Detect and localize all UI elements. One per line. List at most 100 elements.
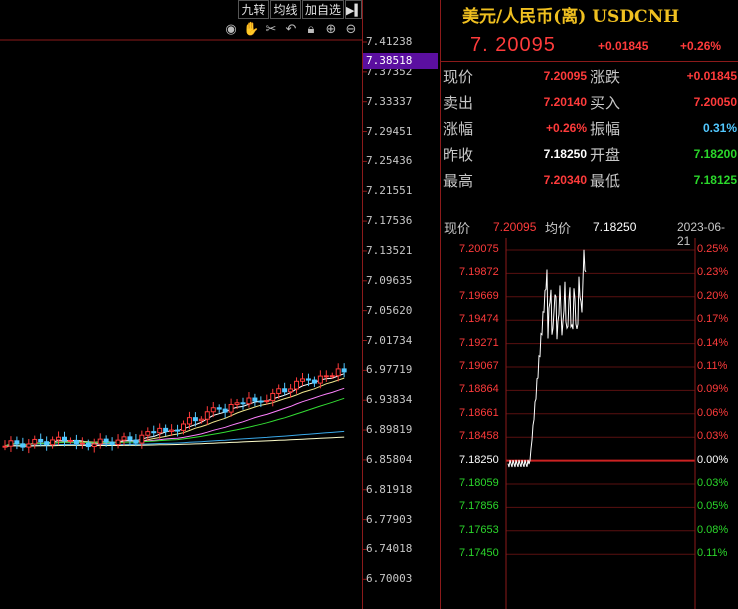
quote-value: 7.20095	[543, 69, 587, 83]
candlestick	[288, 384, 294, 398]
intraday-pct-label: 0.05%	[697, 500, 729, 513]
price-axis-label: 7.25436	[366, 154, 413, 168]
instrument-title: 美元/人民币(离) USDCNH	[462, 7, 680, 27]
candlestick	[246, 392, 252, 408]
price-axis-label: 6.89819	[366, 423, 413, 437]
quote-label: 涨跌	[590, 68, 621, 86]
candlestick	[20, 437, 26, 451]
candlestick	[169, 424, 175, 436]
quote-value: 0.31%	[702, 121, 737, 135]
candlestick	[14, 436, 20, 450]
candlestick	[67, 437, 73, 444]
price-axis-label: 7.29451	[366, 124, 413, 138]
candlestick	[91, 438, 97, 453]
intraday-price-label: 7.20075	[459, 243, 499, 255]
intraday-pct-label: 0.25%	[697, 243, 729, 255]
candlestick	[73, 434, 79, 450]
intraday-pct-label: 0.00%	[697, 453, 729, 466]
intraday-price-label: 7.18458	[459, 430, 499, 443]
candlestick	[294, 377, 300, 394]
candlestick	[300, 373, 305, 386]
candlestick	[163, 424, 169, 437]
candlestick	[228, 398, 234, 417]
candlestick	[50, 436, 56, 449]
quote-value: 7.18250	[543, 147, 587, 161]
price-axis-label: 6.93834	[366, 393, 413, 407]
intraday-price-line	[507, 249, 587, 468]
kline-panel[interactable]: 九转 均线 加自选 ▶▍ ◉ ✋ ✂ ↶ 🔒︎ ⊕ ⊖ 7.41238 7.373…	[0, 0, 438, 609]
candlestick	[38, 433, 44, 447]
intraday-price-label: 7.19669	[459, 289, 499, 302]
intraday-pct-label: 0.11%	[697, 547, 728, 560]
price-axis-label: 7.41238	[366, 35, 413, 48]
candlestick	[222, 403, 228, 419]
intraday-price-label: 7.18250	[459, 453, 499, 466]
candlestick	[157, 423, 163, 439]
candlestick	[311, 376, 317, 388]
intraday-price-label: 7.18059	[459, 477, 499, 489]
price-axis-label: 7.21551	[366, 184, 413, 198]
quote-label: 现价	[443, 68, 474, 86]
intraday-pct-label: 0.06%	[697, 406, 729, 419]
candlestick	[151, 425, 157, 437]
quote-value: 7.18125	[693, 173, 737, 187]
quote-label: 最高	[443, 172, 474, 190]
candlestick	[282, 382, 288, 396]
intraday-pct-label: 0.03%	[697, 430, 729, 443]
candlestick	[204, 406, 210, 425]
candlestick	[79, 437, 85, 449]
candlestick	[240, 397, 246, 410]
quote-label: 振幅	[590, 120, 621, 138]
quote-label: 买入	[590, 94, 621, 112]
quote-value: 7.20140	[543, 95, 587, 109]
candlestick	[341, 363, 347, 378]
intraday-avg-label: 均价	[545, 221, 572, 236]
current-price-tag: 7.38518	[363, 53, 438, 69]
price-axis-label: 7.01734	[366, 333, 413, 347]
quote-value: 7.20340	[543, 173, 587, 187]
price-axis-label: 6.97719	[366, 363, 413, 377]
intraday-pct-label: 0.23%	[697, 266, 729, 279]
ma10-line	[4, 377, 345, 447]
price-axis-label: 6.81918	[366, 482, 413, 496]
price-axis-label: 7.09635	[366, 273, 413, 287]
intraday-price-label: 7.17450	[459, 547, 499, 560]
intraday-pct-label: 0.20%	[697, 289, 729, 302]
candlestick	[56, 431, 62, 446]
intraday-price-label: 7.19271	[459, 336, 499, 349]
price-axis-label: 7.33337	[366, 94, 413, 108]
candlestick	[115, 434, 121, 449]
quote-label: 卖出	[443, 94, 474, 112]
candlestick	[127, 432, 133, 446]
intraday-pct-label: 0.03%	[697, 477, 729, 489]
intraday-pct-label: 0.09%	[697, 383, 729, 396]
price-axis-label: 6.85804	[366, 452, 413, 466]
intraday-pct-label: 0.17%	[697, 313, 729, 326]
candlestick	[270, 388, 276, 407]
intraday-price-label: 7.19872	[459, 266, 499, 279]
candlestick	[139, 430, 145, 449]
quote-label: 昨收	[443, 146, 474, 164]
candlestick	[97, 433, 103, 449]
price-axis-label: 6.77903	[366, 512, 413, 526]
price-axis-label: 6.74018	[366, 542, 413, 556]
price-axis-label: 7.17536	[366, 214, 413, 228]
intraday-now-value: 7.20095	[493, 220, 537, 234]
quote-value: 7.20050	[693, 95, 737, 109]
candlestick	[145, 427, 151, 441]
candlestick	[32, 435, 38, 449]
price-axis-label: 7.13521	[366, 243, 413, 257]
intraday-price-label: 7.19474	[459, 313, 499, 326]
quote-label: 开盘	[590, 146, 621, 164]
candlestick	[216, 404, 222, 413]
candlestick	[8, 436, 14, 452]
candlestick	[26, 438, 32, 454]
candlestick	[121, 432, 127, 446]
candlestick	[335, 363, 341, 382]
ma20-line	[4, 387, 345, 447]
intraday-now-label: 现价	[444, 221, 471, 236]
price-change: +0.01845	[598, 39, 649, 53]
price-axis-label: 6.70003	[366, 572, 413, 586]
intraday-price-label: 7.17653	[459, 523, 499, 536]
candlestick	[44, 436, 50, 451]
